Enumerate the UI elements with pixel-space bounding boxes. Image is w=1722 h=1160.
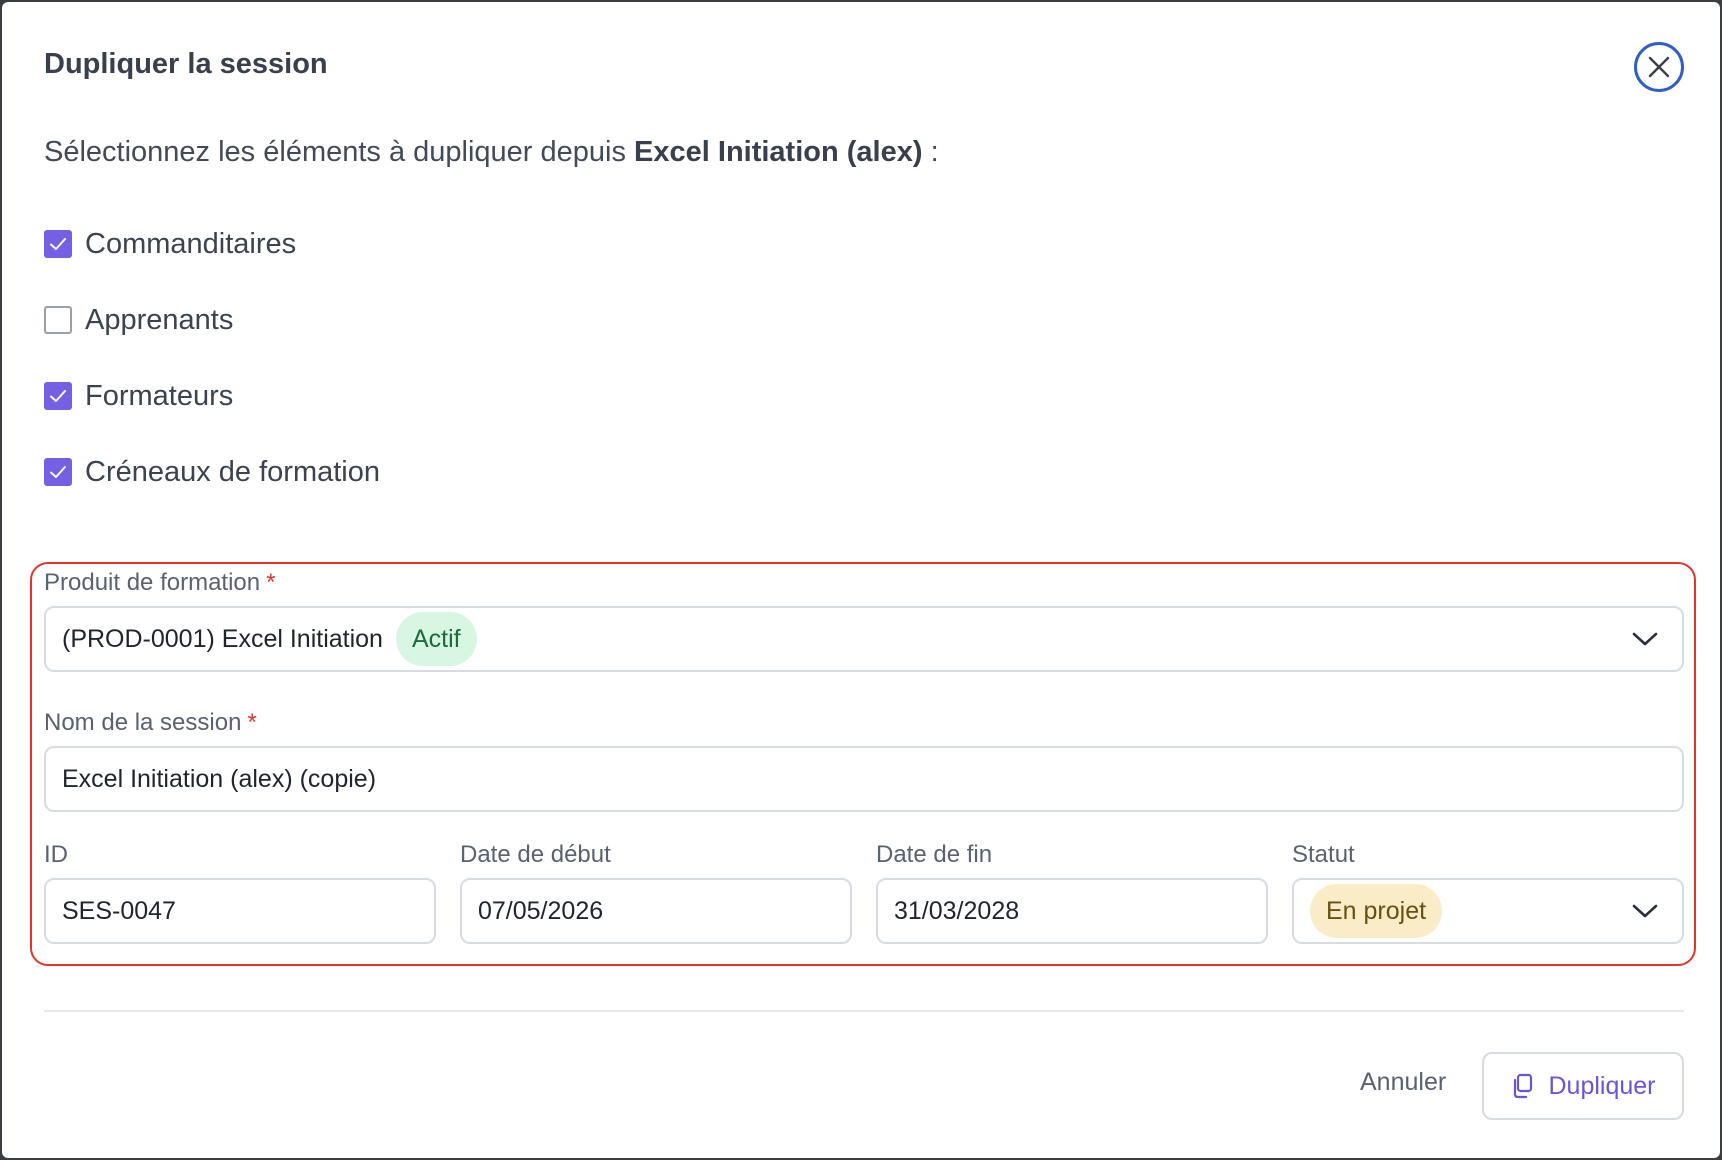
copy-icon <box>1510 1073 1534 1099</box>
option-label: Formateurs <box>85 379 234 412</box>
required-mark: * <box>247 709 257 736</box>
option-commanditaires[interactable]: Commanditaires <box>44 224 296 264</box>
start-date-value: 07/05/2026 <box>478 896 604 925</box>
status-label: Statut <box>1292 841 1355 868</box>
close-button[interactable] <box>1634 42 1684 92</box>
session-name-label: Nom de la session * <box>44 709 257 736</box>
option-label: Apprenants <box>85 303 234 336</box>
checkbox-creneaux[interactable] <box>44 458 72 486</box>
duplicate-button[interactable]: Dupliquer <box>1482 1052 1684 1120</box>
duplicate-session-dialog: Dupliquer la session Sélectionnez les él… <box>2 2 1720 1158</box>
checkbox-apprenants[interactable] <box>44 306 72 334</box>
required-mark: * <box>266 569 276 596</box>
status-select[interactable]: En projet <box>1292 878 1684 944</box>
end-date-input[interactable]: 31/03/2028 <box>876 878 1268 944</box>
chevron-down-icon <box>1632 632 1658 646</box>
checkbox-formateurs[interactable] <box>44 382 72 410</box>
checkmark-icon <box>50 390 66 402</box>
intro-suffix: : <box>922 136 939 168</box>
duplicate-label: Dupliquer <box>1548 1071 1656 1100</box>
option-apprenants[interactable]: Apprenants <box>44 300 233 340</box>
option-label: Commanditaires <box>85 227 297 260</box>
product-label: Produit de formation * <box>44 569 276 596</box>
footer-divider <box>44 1010 1684 1012</box>
checkmark-icon <box>50 466 66 478</box>
cancel-button[interactable]: Annuler <box>1360 1068 1446 1097</box>
start-date-input[interactable]: 07/05/2026 <box>460 878 852 944</box>
product-value: (PROD-0001) Excel Initiation <box>62 624 383 653</box>
start-date-label: Date de début <box>460 841 611 868</box>
product-select[interactable]: (PROD-0001) Excel Initiation Actif <box>44 606 1684 672</box>
intro-prefix: Sélectionnez les éléments à dupliquer de… <box>44 136 635 168</box>
option-creneaux[interactable]: Créneaux de formation <box>44 452 380 492</box>
end-date-value: 31/03/2028 <box>894 896 1020 925</box>
status-badge: En projet <box>1310 884 1443 938</box>
checkmark-icon <box>50 238 66 250</box>
option-formateurs[interactable]: Formateurs <box>44 376 233 416</box>
end-date-label: Date de fin <box>876 841 993 868</box>
product-status-badge: Actif <box>395 612 477 666</box>
checkbox-commanditaires[interactable] <box>44 230 72 258</box>
intro-source-session: Excel Initiation (alex) <box>634 136 923 168</box>
chevron-down-icon <box>1632 904 1658 918</box>
id-value: SES-0047 <box>62 896 176 925</box>
close-icon <box>1648 56 1670 78</box>
id-label: ID <box>44 841 68 868</box>
id-input[interactable]: SES-0047 <box>44 878 436 944</box>
session-name-value: Excel Initiation (alex) (copie) <box>62 764 377 793</box>
dialog-intro: Sélectionnez les éléments à dupliquer de… <box>44 136 939 169</box>
option-label: Créneaux de formation <box>85 455 380 488</box>
dialog-title: Dupliquer la session <box>44 48 328 80</box>
session-name-input[interactable]: Excel Initiation (alex) (copie) <box>44 746 1684 812</box>
